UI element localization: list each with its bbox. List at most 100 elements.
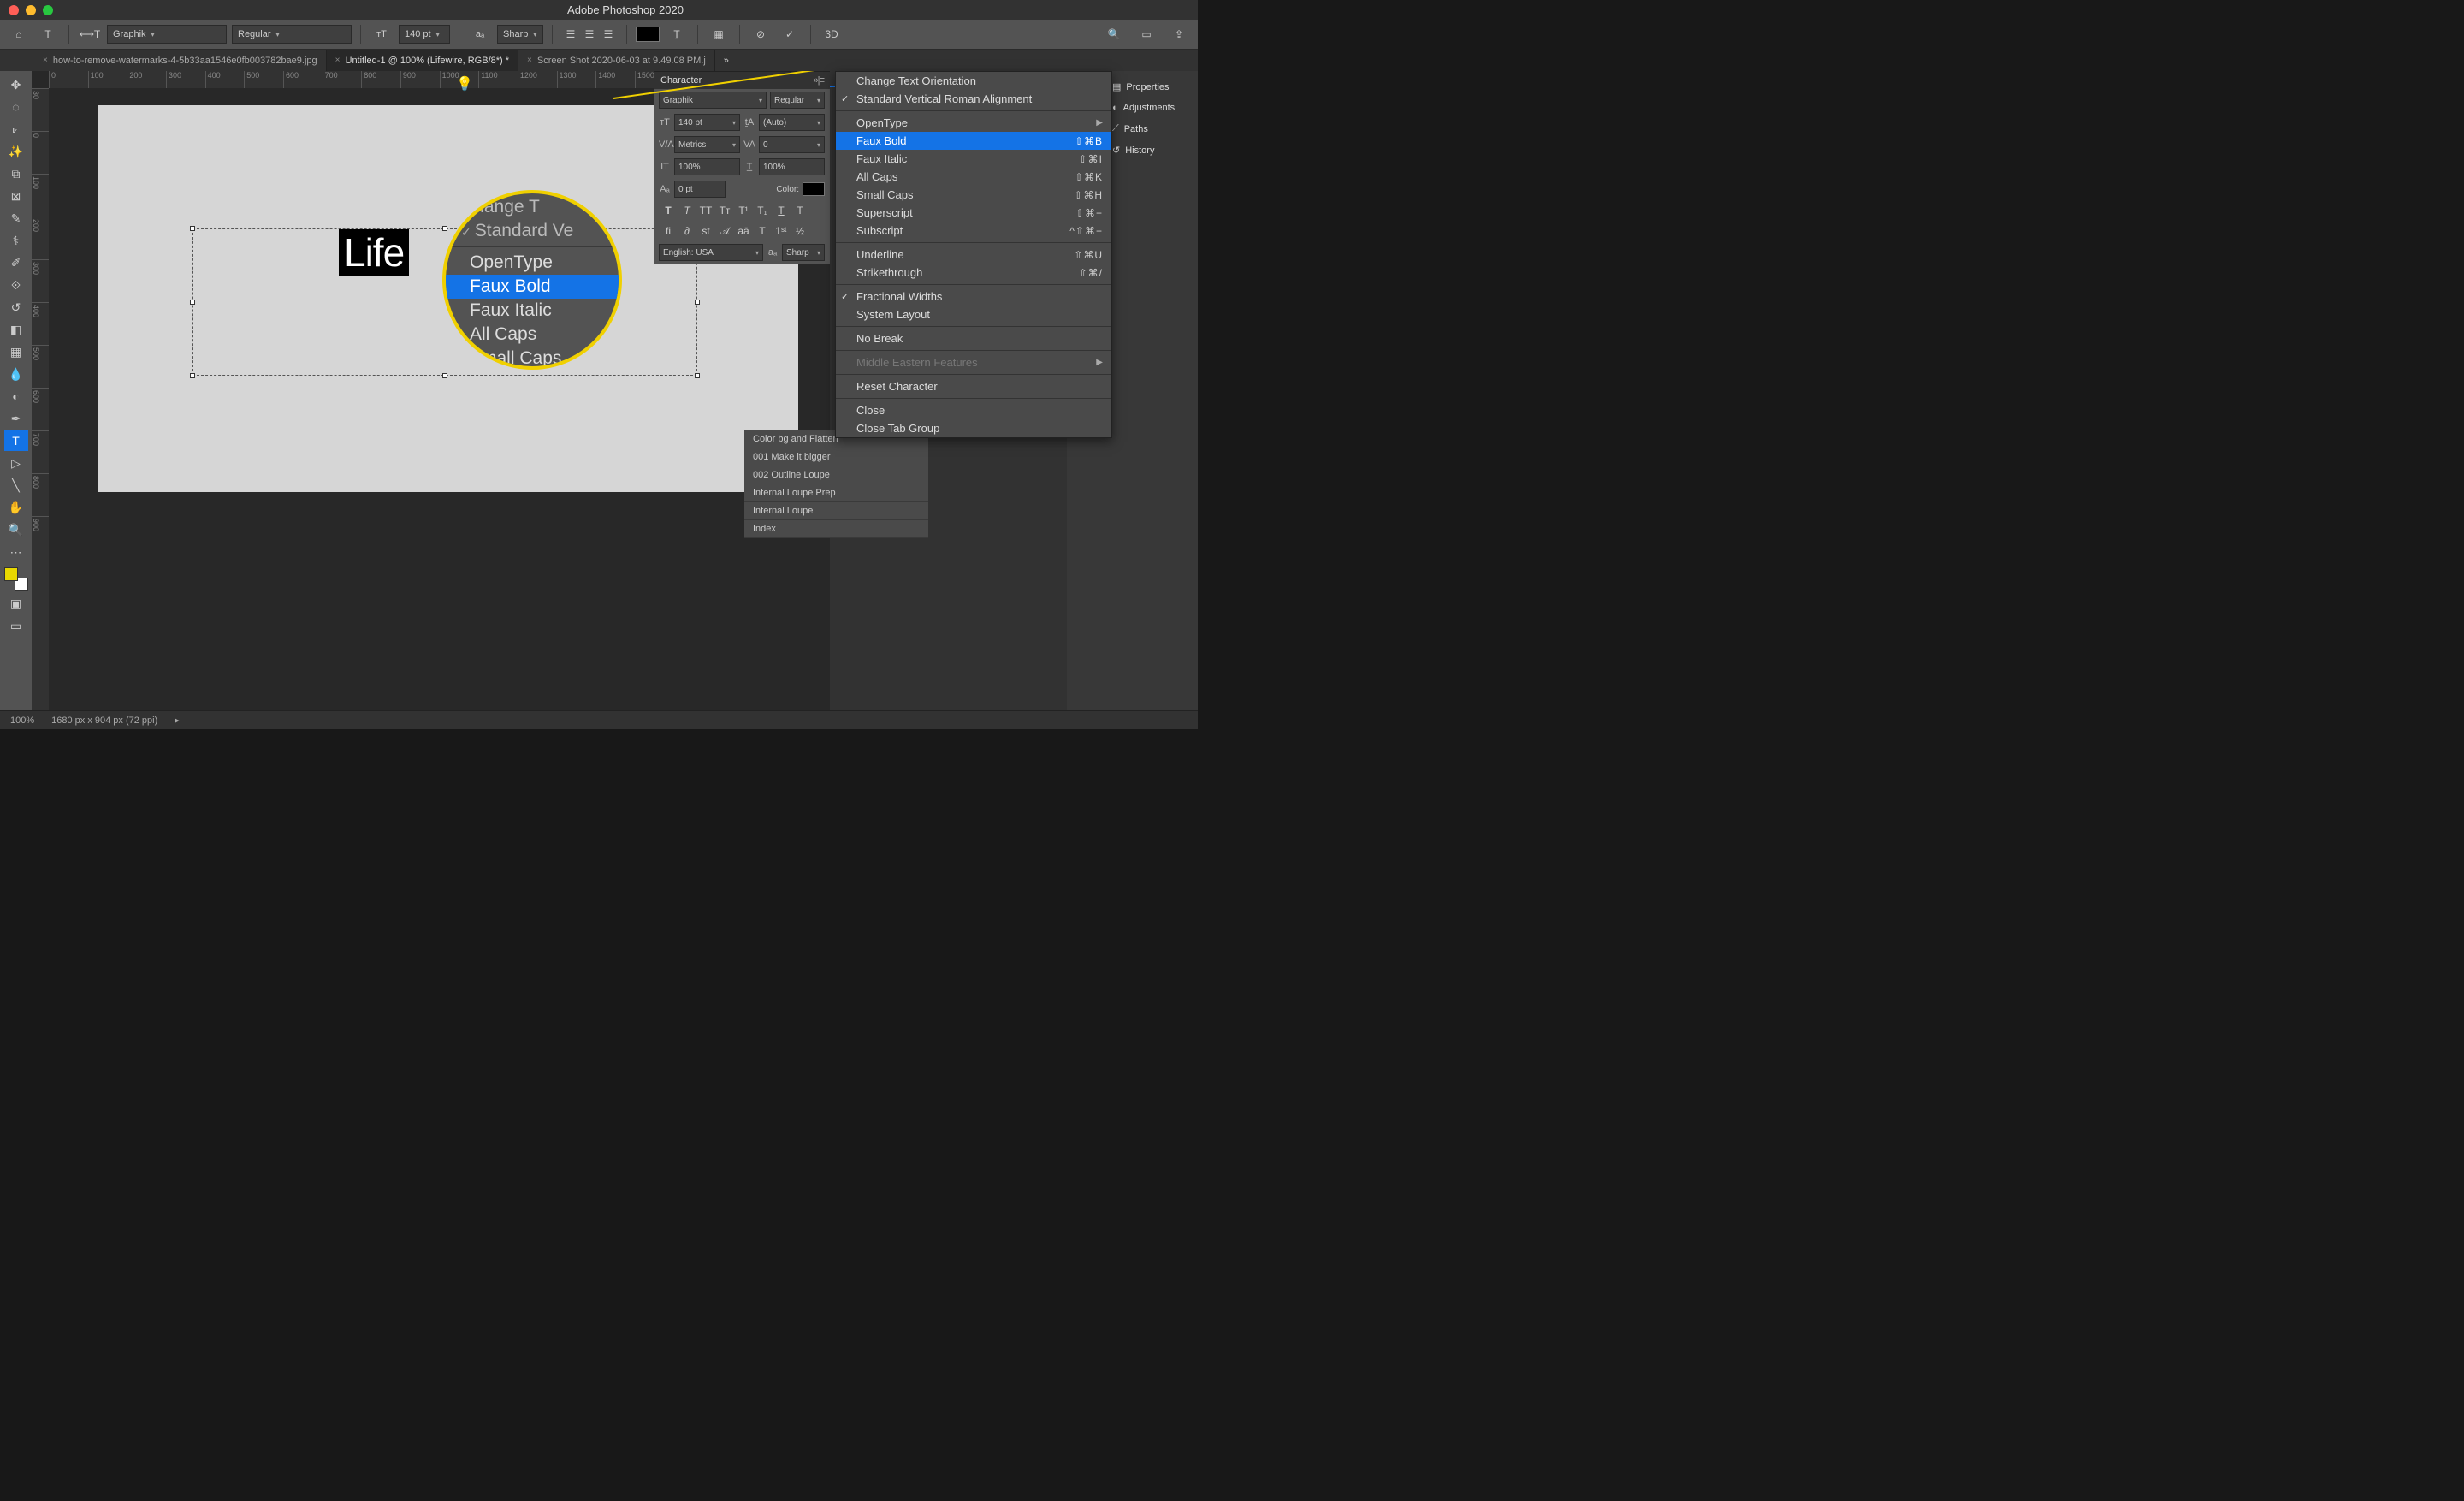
cp-anti-alias[interactable]: Sharp▾	[782, 244, 825, 261]
foreground-background-colors[interactable]	[4, 567, 28, 591]
fractions-icon[interactable]: ½	[791, 222, 809, 240]
character-panel[interactable]: Character » | ≡ Graphik▾ Regular▾ тT 140…	[654, 71, 830, 264]
menu-item[interactable]: Underline⇧⌘U	[836, 246, 1111, 264]
orientation-icon[interactable]: ⟷T	[78, 22, 102, 46]
paths-panel-tab[interactable]: ⟋Paths	[1105, 118, 1198, 139]
history-brush-icon[interactable]: ↺	[4, 297, 28, 317]
learn-icon[interactable]: 💡	[452, 71, 477, 97]
font-family-dropdown[interactable]: Graphik▾	[107, 25, 227, 44]
eyedropper-icon[interactable]: ✎	[4, 208, 28, 228]
menu-item[interactable]: System Layout	[836, 306, 1111, 323]
menu-item[interactable]: No Break	[836, 329, 1111, 347]
document-tab[interactable]: × how-to-remove-watermarks-4-5b33aa1546e…	[34, 50, 327, 71]
line-tool-icon[interactable]: ╲	[4, 475, 28, 495]
menu-item[interactable]: OpenType▶	[836, 114, 1111, 132]
menu-item[interactable]: Superscript⇧⌘+	[836, 204, 1111, 222]
action-item[interactable]: 001 Make it bigger	[744, 448, 928, 466]
menu-item[interactable]: ✓Standard Vertical Roman Alignment	[836, 90, 1111, 108]
path-selection-icon[interactable]: ▷	[4, 453, 28, 473]
menu-item[interactable]: All Caps⇧⌘K	[836, 168, 1111, 186]
all-caps-icon[interactable]: TT	[696, 202, 715, 219]
properties-panel-tab[interactable]: ▤Properties	[1105, 76, 1198, 98]
eraser-tool-icon[interactable]: ◧	[4, 319, 28, 340]
resize-handle[interactable]	[695, 300, 700, 305]
healing-brush-icon[interactable]: ⚕	[4, 230, 28, 251]
resize-handle[interactable]	[190, 300, 195, 305]
subscript-icon[interactable]: T₁	[753, 202, 772, 219]
text-layer-content[interactable]: Life	[339, 229, 409, 276]
type-tool-icon[interactable]: T	[36, 22, 60, 46]
swash-icon[interactable]: 𝒜	[715, 222, 734, 240]
close-tab-icon[interactable]: ×	[43, 56, 48, 65]
quick-mask-icon[interactable]: ▣	[4, 593, 28, 614]
faux-italic-icon[interactable]: T	[678, 202, 696, 219]
document-tab[interactable]: × Screen Shot 2020-06-03 at 9.49.08 PM.j	[518, 50, 715, 71]
action-item[interactable]: Internal Loupe Prep	[744, 484, 928, 502]
faux-bold-icon[interactable]: T	[659, 202, 678, 219]
panel-menu-icon[interactable]: » | ≡	[813, 75, 823, 86]
strikethrough-icon[interactable]: T	[791, 202, 809, 219]
menu-item[interactable]: Close	[836, 401, 1111, 419]
align-center-icon[interactable]: ☰	[580, 22, 599, 46]
cp-font-style[interactable]: Regular▾	[770, 92, 825, 109]
underline-icon[interactable]: T	[772, 202, 791, 219]
maximize-window-icon[interactable]	[43, 5, 53, 15]
minimize-window-icon[interactable]	[26, 5, 36, 15]
action-item[interactable]: Internal Loupe	[744, 502, 928, 520]
adjustments-panel-tab[interactable]: ◐Adjustments	[1105, 98, 1198, 118]
stylistic-alt-icon[interactable]: aā	[734, 222, 753, 240]
ordinals-icon[interactable]: 1ˢᵗ	[772, 222, 791, 240]
lasso-tool-icon[interactable]: ⟀	[4, 119, 28, 139]
document-tab[interactable]: × Untitled-1 @ 100% (Lifewire, RGB/8*) *	[327, 50, 518, 71]
action-item[interactable]: 002 Outline Loupe	[744, 466, 928, 484]
align-left-icon[interactable]: ☰	[561, 22, 580, 46]
cp-kerning[interactable]: Metrics▾	[674, 136, 740, 153]
cp-baseline[interactable]: 0 pt	[674, 181, 726, 198]
cp-vscale[interactable]: 100%	[674, 158, 740, 175]
anti-alias-dropdown[interactable]: Sharp▾	[497, 25, 543, 44]
more-tools-icon[interactable]: ⋯	[4, 542, 28, 562]
close-window-icon[interactable]	[9, 5, 19, 15]
cp-size[interactable]: 140 pt▾	[674, 114, 740, 131]
canvas-viewport[interactable]: 0100200300400500600700800900100011001200…	[32, 71, 830, 710]
clone-stamp-icon[interactable]: ⟐	[4, 275, 28, 295]
hand-tool-icon[interactable]: ✋	[4, 497, 28, 518]
cp-color-swatch[interactable]	[803, 182, 825, 196]
menu-item[interactable]: Faux Bold⇧⌘B	[836, 132, 1111, 150]
cp-font-family[interactable]: Graphik▾	[659, 92, 767, 109]
marquee-tool-icon[interactable]: ◌	[4, 97, 28, 117]
warp-text-icon[interactable]: Ṯ	[665, 22, 689, 46]
zoom-tool-icon[interactable]: 🔍	[4, 519, 28, 540]
zoom-level[interactable]: 100%	[10, 715, 34, 726]
pen-tool-icon[interactable]: ✒	[4, 408, 28, 429]
menu-item[interactable]: Small Caps⇧⌘H	[836, 186, 1111, 204]
cp-hscale[interactable]: 100%	[759, 158, 825, 175]
discretionary-icon[interactable]: st	[696, 222, 715, 240]
close-tab-icon[interactable]: ×	[527, 56, 532, 65]
tabs-overflow-icon[interactable]: »	[715, 50, 737, 71]
screen-mode-icon[interactable]: ▭	[4, 615, 28, 636]
gradient-tool-icon[interactable]: ▦	[4, 341, 28, 362]
dodge-tool-icon[interactable]: ◐	[4, 386, 28, 406]
resize-handle[interactable]	[442, 226, 447, 231]
cancel-icon[interactable]: ⊘	[749, 22, 773, 46]
text-color-swatch[interactable]	[636, 27, 660, 42]
cp-language[interactable]: English: USA▾	[659, 244, 763, 261]
contextual-alt-icon[interactable]: ∂	[678, 222, 696, 240]
history-panel-tab[interactable]: ↺History	[1105, 139, 1198, 161]
action-item[interactable]: Index	[744, 520, 928, 538]
type-tool-icon[interactable]: T	[4, 430, 28, 451]
align-right-icon[interactable]: ☰	[599, 22, 618, 46]
frame-tool-icon[interactable]: ⊠	[4, 186, 28, 206]
menu-item[interactable]: Change Text Orientation	[836, 72, 1111, 90]
small-caps-icon[interactable]: Tᴛ	[715, 202, 734, 219]
blur-tool-icon[interactable]: 💧	[4, 364, 28, 384]
resize-handle[interactable]	[695, 373, 700, 378]
font-size-field[interactable]: 140 pt▾	[399, 25, 450, 44]
menu-item[interactable]: Subscript^⇧⌘+	[836, 222, 1111, 240]
character-panel-icon[interactable]: ▦	[707, 22, 731, 46]
resize-handle[interactable]	[190, 226, 195, 231]
brush-tool-icon[interactable]: ✐	[4, 252, 28, 273]
cp-leading[interactable]: (Auto)▾	[759, 114, 825, 131]
share-icon[interactable]: ⇪	[1167, 22, 1191, 46]
